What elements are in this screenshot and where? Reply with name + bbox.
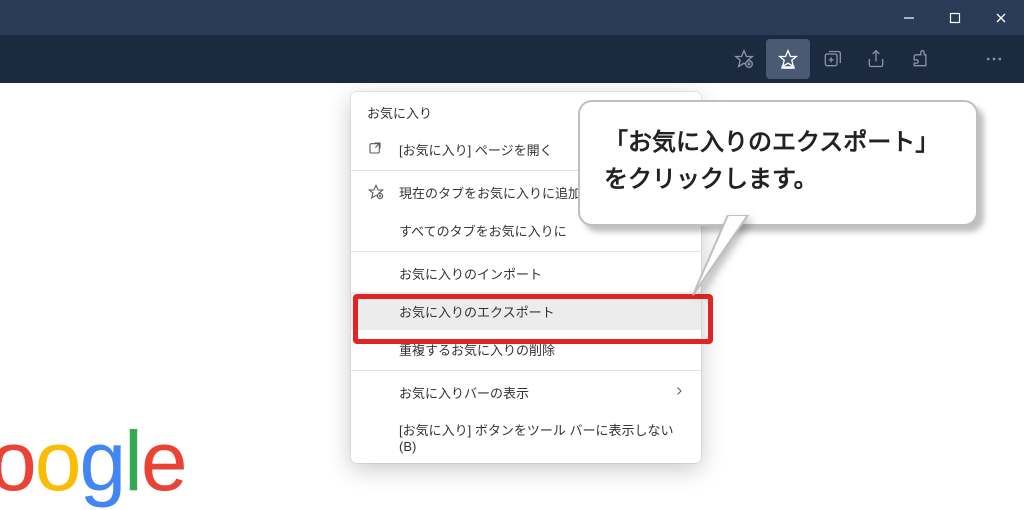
menu-label: 重複するお気に入りの削除: [399, 340, 555, 359]
add-favorite-small-icon: [367, 184, 385, 200]
add-favorite-icon[interactable]: [722, 39, 766, 79]
menu-label: [お気に入り] ページを開く: [399, 140, 553, 159]
collections-icon[interactable]: [810, 39, 854, 79]
close-button[interactable]: [978, 0, 1024, 35]
menu-label: お気に入りのインポート: [399, 264, 542, 283]
menu-favorites-bar[interactable]: お気に入りバーの表示: [351, 373, 701, 411]
share-icon[interactable]: [854, 39, 898, 79]
separator: [351, 251, 701, 252]
menu-export-favorites[interactable]: お気に入りのエクスポート: [351, 292, 701, 330]
logo-char-l: l: [124, 414, 141, 508]
extensions-icon[interactable]: [898, 39, 942, 79]
more-icon[interactable]: [972, 39, 1016, 79]
separator: [351, 370, 701, 371]
google-logo: oogle: [0, 413, 186, 510]
maximize-button[interactable]: [932, 0, 978, 35]
window-controls: [886, 0, 1024, 35]
menu-hide-favorites-button[interactable]: [お気に入り] ボタンをツール バーに表示しない(B): [351, 411, 701, 463]
menu-import-favorites[interactable]: お気に入りのインポート: [351, 254, 701, 292]
chevron-right-icon: [673, 385, 685, 400]
logo-char-o2: o: [35, 414, 80, 508]
favorites-icon[interactable]: [766, 39, 810, 79]
menu-label: お気に入りのエクスポート: [399, 302, 555, 321]
menu-label: すべてのタブをお気に入りに: [399, 221, 567, 240]
callout-text: 「お気に入りのエクスポート」をクリックします。: [604, 129, 939, 193]
instruction-callout: 「お気に入りのエクスポート」をクリックします。: [578, 100, 978, 226]
logo-char-g: g: [79, 414, 124, 508]
logo-char-e: e: [141, 414, 186, 508]
open-page-icon: [367, 141, 385, 157]
logo-char-o1: o: [0, 414, 35, 508]
browser-toolbar: [0, 35, 1024, 83]
minimize-button[interactable]: [886, 0, 932, 35]
menu-label: 現在のタブをお気に入りに追加: [399, 183, 581, 202]
menu-label: お気に入りバーの表示: [399, 383, 529, 402]
titlebar: [0, 0, 1024, 35]
menu-remove-duplicates[interactable]: 重複するお気に入りの削除: [351, 330, 701, 368]
menu-label: [お気に入り] ボタンをツール バーに表示しない(B): [399, 420, 685, 454]
